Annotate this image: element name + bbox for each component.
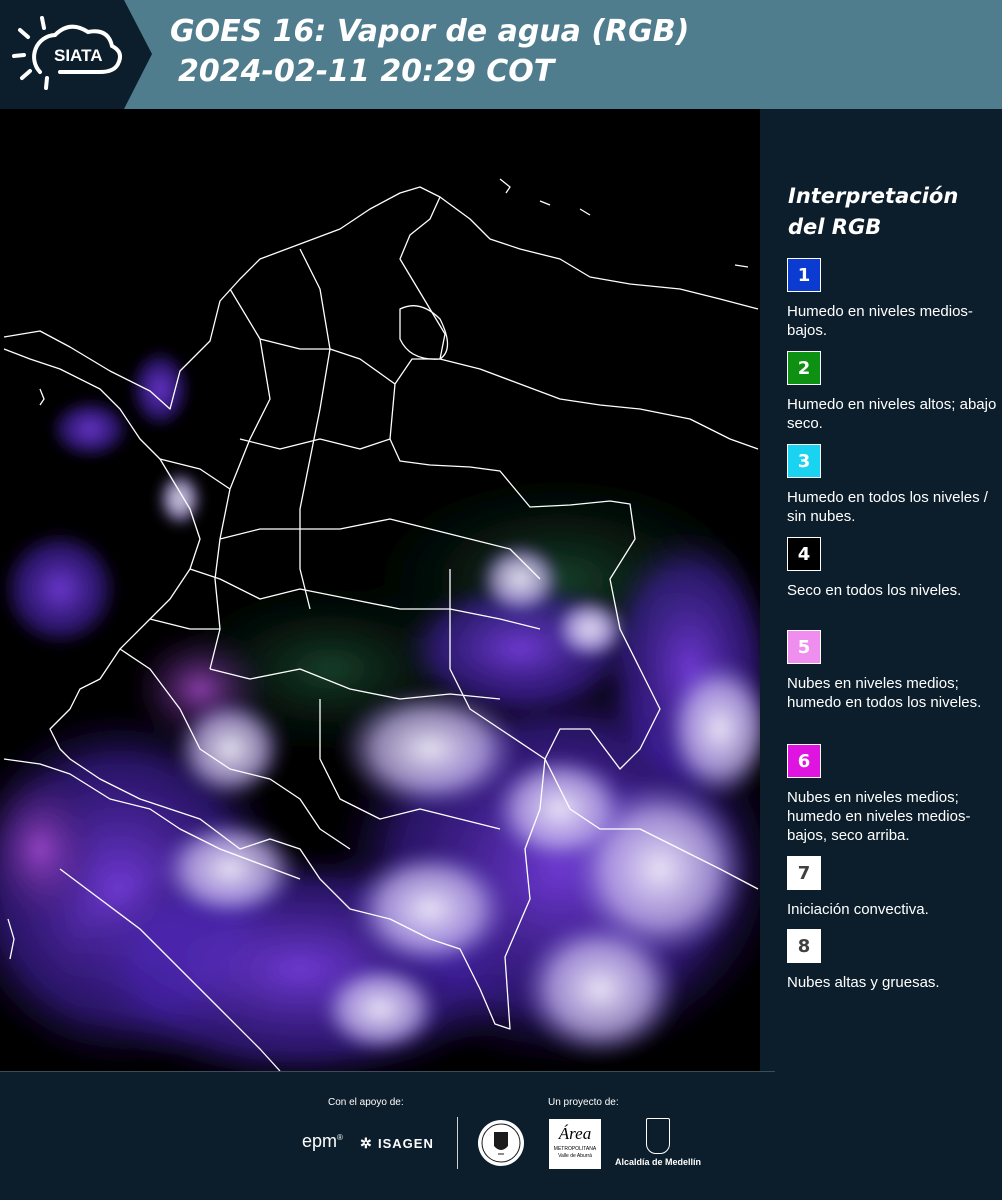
- footer-separator: [457, 1117, 458, 1169]
- legend-label: Nubes altas y gruesas.: [787, 974, 940, 991]
- legend-label: Humedo en niveles altos; abajo seco.: [787, 396, 997, 432]
- legend-swatch: 6: [787, 744, 821, 778]
- legend-item: 7 Iniciación convectiva.: [787, 856, 997, 919]
- legend-swatch: 3: [787, 444, 821, 478]
- siata-sun-cloud-icon: SIATA: [0, 0, 152, 109]
- area-small-2: Valle de Aburrá: [558, 1153, 592, 1159]
- antioquia-seal-icon: [478, 1120, 524, 1166]
- legend-item: 4 Seco en todos los niveles.: [787, 537, 997, 600]
- alcaldia-medellin-logo: Alcaldía de Medellín: [612, 1118, 704, 1170]
- header-bar: SIATA GOES 16: Vapor de agua (RGB) 2024-…: [0, 0, 1002, 109]
- isagen-logo: ✲ ISAGEN: [360, 1131, 445, 1155]
- footer: Con el apoyo de: Un proyecto de: epm® ✲ I…: [0, 1071, 1002, 1200]
- legend-label: Nubes en niveles medios; humedo en nivel…: [787, 789, 971, 844]
- satellite-map: [0, 109, 760, 1071]
- legend-swatch: 7: [787, 856, 821, 890]
- legend-swatch: 8: [787, 929, 821, 963]
- area-small-1: METROPOLITANA: [553, 1146, 597, 1152]
- timestamp: 2024-02-11 20:29 COT: [178, 54, 555, 89]
- logo-text: SIATA: [54, 46, 102, 65]
- area-word: Área: [558, 1124, 592, 1143]
- support-caption: Con el apoyo de:: [328, 1097, 404, 1108]
- legend-label: Seco en todos los niveles.: [787, 582, 962, 599]
- legend-swatch: 2: [787, 351, 821, 385]
- legend-swatch: 4: [787, 537, 821, 571]
- legend-label: Humedo en niveles medios-bajos.: [787, 303, 973, 339]
- legend-label: Iniciación convectiva.: [787, 901, 929, 918]
- isagen-text: ISAGEN: [378, 1136, 434, 1151]
- satellite-imagery-icon: [0, 109, 760, 1071]
- legend-item: 2 Humedo en niveles altos; abajo seco.: [787, 351, 997, 433]
- epm-mark: ®: [337, 1133, 343, 1142]
- medellin-crest-icon: [646, 1118, 670, 1154]
- legend-swatch: 1: [787, 258, 821, 292]
- legend-title: Interpretación del RGB: [788, 184, 959, 239]
- project-caption: Un proyecto de:: [548, 1097, 619, 1108]
- legend-swatch: 5: [787, 630, 821, 664]
- siata-logo: SIATA: [0, 0, 152, 109]
- legend-item: 1 Humedo en niveles medios-bajos.: [787, 258, 997, 340]
- medellin-label: Alcaldía de Medellín: [614, 1157, 702, 1167]
- legend-panel: Interpretación del RGB 1 Humedo en nivel…: [760, 109, 1002, 1071]
- legend-label: Nubes en niveles medios; humedo en todos…: [787, 675, 982, 711]
- isagen-mark-icon: ✲: [360, 1135, 373, 1151]
- legend-item: 6 Nubes en niveles medios; humedo en niv…: [787, 744, 997, 845]
- legend-item: 5 Nubes en niveles medios; humedo en tod…: [787, 630, 997, 712]
- epm-logo: epm®: [302, 1131, 343, 1152]
- legend-item: 3 Humedo en todos los niveles / sin nube…: [787, 444, 997, 526]
- legend-item: 8 Nubes altas y gruesas.: [787, 929, 997, 992]
- legend-label: Humedo en todos los niveles / sin nubes.: [787, 489, 988, 525]
- area-metropolitana-logo: Área METROPOLITANA Valle de Aburrá: [549, 1119, 601, 1169]
- footer-divider-line: [0, 1071, 775, 1072]
- epm-text: epm: [302, 1131, 338, 1151]
- page-title: GOES 16: Vapor de agua (RGB): [170, 14, 690, 49]
